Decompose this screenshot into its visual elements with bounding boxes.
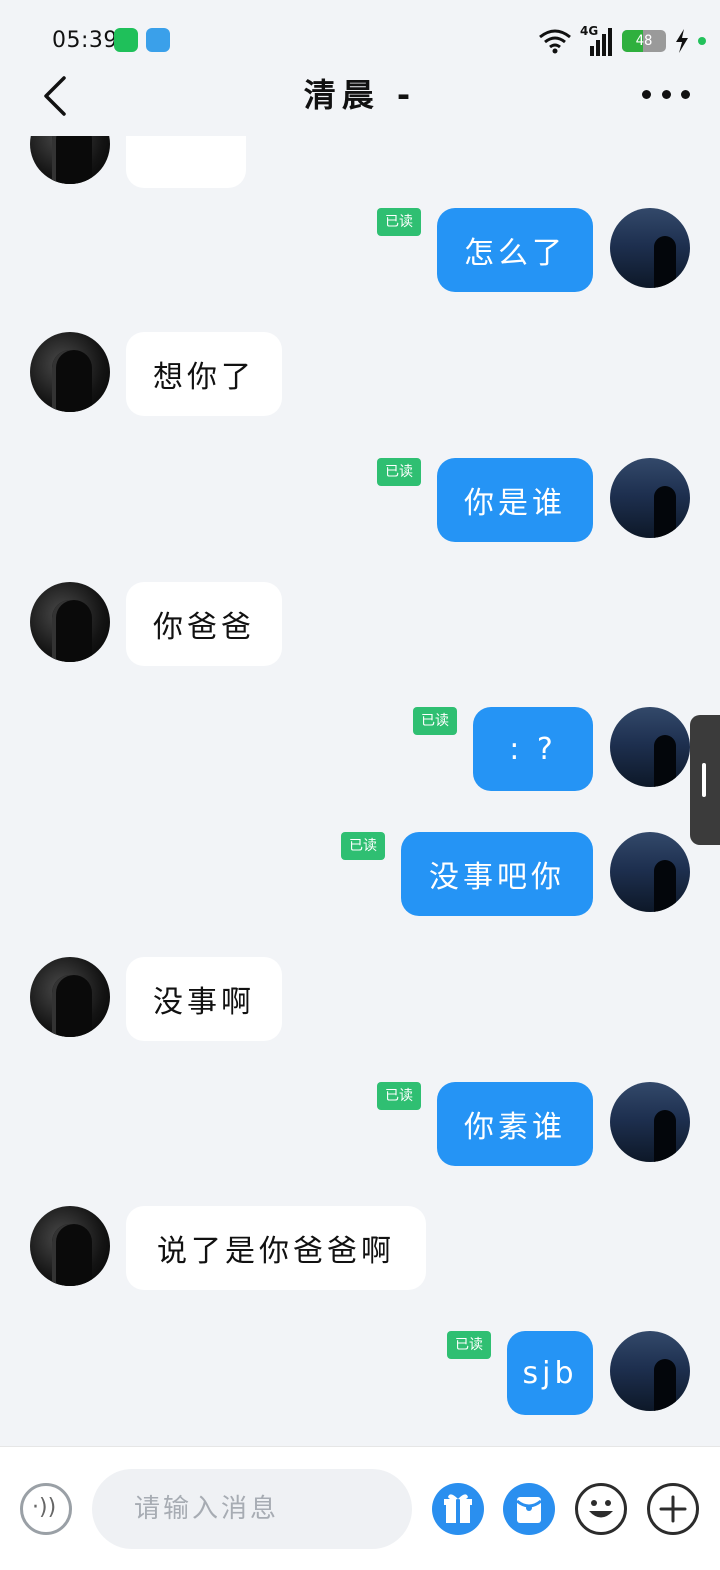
message-row: 你是谁 已读: [0, 458, 720, 542]
message-row: 想你了: [0, 332, 720, 416]
read-receipt-badge: 已读: [377, 1082, 421, 1110]
gift-icon: [444, 1494, 472, 1523]
input-bar: [0, 1446, 720, 1570]
message-row: 怎么了 已读: [0, 208, 720, 292]
red-packet-button[interactable]: [503, 1483, 555, 1535]
incoming-message-bubble[interactable]: [126, 136, 246, 188]
voice-button[interactable]: [20, 1483, 72, 1535]
contact-avatar[interactable]: [30, 332, 110, 412]
contact-avatar[interactable]: [30, 1206, 110, 1286]
read-receipt-badge: 已读: [413, 707, 457, 735]
more-actions-button[interactable]: [647, 1483, 699, 1535]
message-row: sjb 已读: [0, 1331, 720, 1415]
signal-icon: 4G: [580, 24, 614, 56]
status-dot: [698, 37, 706, 45]
read-receipt-badge: 已读: [377, 458, 421, 486]
outgoing-message-bubble[interactable]: 怎么了: [437, 208, 593, 292]
red-packet-icon: [516, 1497, 542, 1523]
page-title: 清晨 -: [303, 76, 417, 114]
message-row: 说了是你爸爸啊: [0, 1206, 720, 1290]
charging-icon: [676, 29, 688, 53]
my-avatar[interactable]: [610, 1331, 690, 1411]
message-list[interactable]: 怎么了 已读 想你了 你是谁 已读 你爸爸: ? 已读 没事吧你 已读 没事啊 你素谁 已读 说了是你爸…: [0, 136, 720, 1446]
emoji-button[interactable]: [575, 1483, 627, 1535]
more-dots-icon: [642, 89, 651, 99]
contact-avatar[interactable]: [30, 136, 110, 184]
incoming-message-bubble[interactable]: 你爸爸: [126, 582, 282, 666]
message-row: 没事啊: [0, 957, 720, 1041]
message-row: 你爸爸: [0, 582, 720, 666]
contact-avatar[interactable]: [30, 582, 110, 662]
read-receipt-badge: 已读: [341, 832, 385, 860]
plus-icon: [659, 1495, 687, 1523]
incoming-message-bubble[interactable]: 没事啊: [126, 957, 282, 1041]
status-time: 05:39: [52, 28, 118, 53]
outgoing-message-bubble[interactable]: 你素谁: [437, 1082, 593, 1166]
chat-header: 清晨 -: [0, 58, 720, 136]
my-avatar[interactable]: [610, 1082, 690, 1162]
outgoing-message-bubble[interactable]: 没事吧你: [401, 832, 593, 916]
message-input[interactable]: [92, 1469, 412, 1549]
gift-button[interactable]: [432, 1483, 484, 1535]
read-receipt-badge: 已读: [447, 1331, 491, 1359]
message-row: 没事吧你 已读: [0, 832, 720, 916]
my-avatar[interactable]: [610, 458, 690, 538]
my-avatar[interactable]: [610, 707, 690, 787]
message-row: 你素谁 已读: [0, 1082, 720, 1166]
incoming-message-bubble[interactable]: 说了是你爸爸啊: [126, 1206, 426, 1290]
my-avatar[interactable]: [610, 208, 690, 288]
outgoing-message-bubble[interactable]: sjb: [507, 1331, 593, 1415]
notification-app-icon: [146, 28, 170, 52]
wechat-icon: [114, 28, 138, 52]
battery-percent: 48: [635, 33, 653, 49]
emoji-icon: [589, 1500, 613, 1518]
read-receipt-badge: 已读: [377, 208, 421, 236]
message-row: [0, 136, 720, 188]
outgoing-message-bubble[interactable]: 你是谁: [437, 458, 593, 542]
incoming-message-bubble[interactable]: 想你了: [126, 332, 282, 416]
my-avatar[interactable]: [610, 832, 690, 912]
contact-avatar[interactable]: [30, 957, 110, 1037]
status-indicators: 4G 48: [538, 24, 706, 58]
wifi-icon: [539, 29, 571, 54]
message-row: : ? 已读: [0, 707, 720, 791]
side-drawer-handle[interactable]: [690, 715, 720, 845]
battery-icon: 48: [622, 30, 666, 52]
more-options-button[interactable]: [642, 74, 690, 114]
outgoing-message-bubble[interactable]: : ?: [473, 707, 593, 791]
